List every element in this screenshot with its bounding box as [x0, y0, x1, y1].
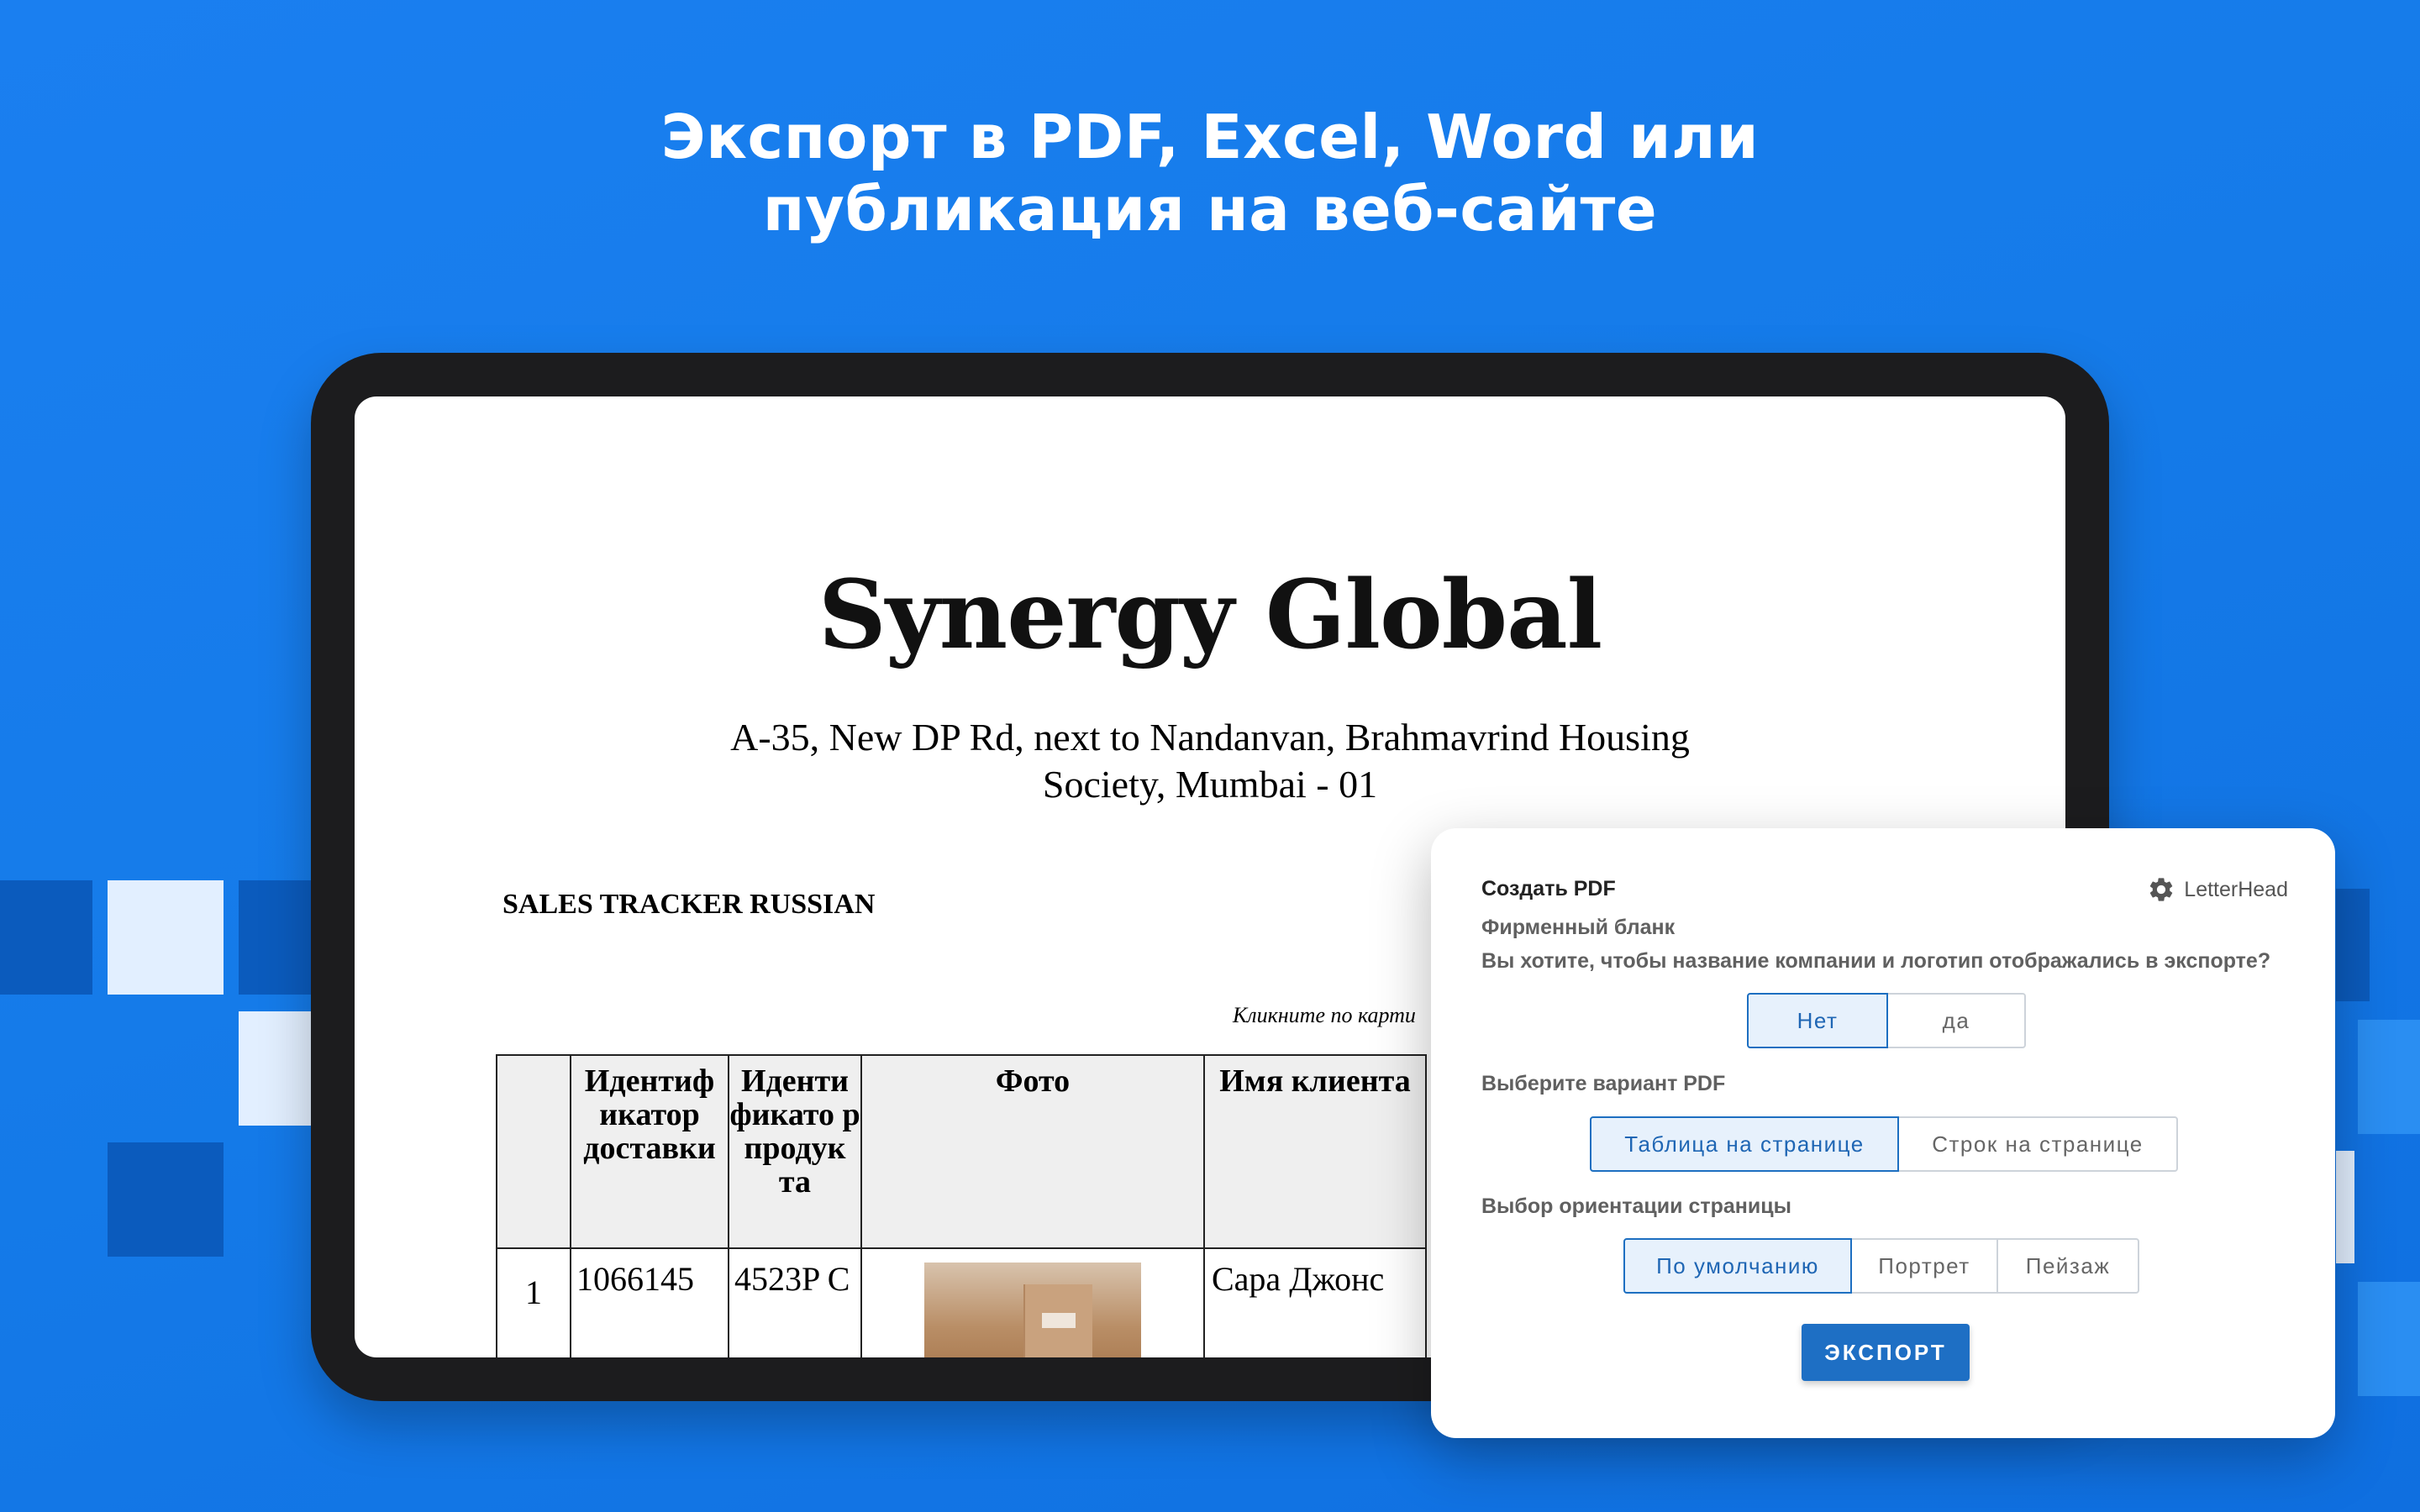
cell-customer: Сара Джонс [1203, 1247, 1427, 1357]
gear-icon [2150, 878, 2173, 901]
variant-rows-per-page-button[interactable]: Строк на странице [1897, 1116, 2178, 1172]
decor-square [2358, 1282, 2420, 1396]
col-header-delivery-id: Идентиф икатор доставки [570, 1054, 729, 1249]
variant-label: Выберите вариант PDF [1481, 1072, 1726, 1095]
variant-table-per-page-button[interactable]: Таблица на странице [1590, 1116, 1899, 1172]
decor-square [2336, 889, 2370, 1001]
letterhead-yes-button[interactable]: да [1886, 993, 2026, 1048]
variant-toggle: Таблица на странице Строк на странице [1590, 1116, 2178, 1172]
cell-index: 1 [496, 1247, 571, 1357]
address-line-2: Society, Mumbai - 01 [1042, 763, 1378, 806]
letterhead-label: Фирменный бланк [1481, 916, 1676, 939]
headline-line-2: публикация на веб-сайте [762, 174, 1658, 244]
col-header-customer: Имя клиента [1203, 1054, 1427, 1249]
decor-square [239, 1011, 311, 1126]
decor-square [2336, 1151, 2354, 1263]
orientation-label: Выбор ориентации страницы [1481, 1194, 1791, 1218]
cell-delivery-id: 1066145 [570, 1247, 729, 1357]
click-hint: Кликните по карти [1233, 1003, 1416, 1027]
letterhead-link-label: LetterHead [2184, 877, 2288, 901]
photo-box-label [1042, 1313, 1076, 1328]
headline-line-1: Экспорт в PDF, Excel, Word или [660, 102, 1760, 172]
create-pdf-dialog: Создать PDF LetterHead Фирменный бланк В… [1431, 828, 2335, 1438]
cell-photo [860, 1247, 1205, 1357]
decor-square [239, 880, 323, 995]
table-header-row: Идентиф икатор доставки Иденти фикато р … [496, 1054, 1427, 1249]
col-header-index [496, 1054, 571, 1249]
orientation-portrait-button[interactable]: Портрет [1850, 1238, 1998, 1294]
letterhead-question: Вы хотите, чтобы название компании и лог… [1481, 949, 2271, 973]
export-button[interactable]: ЭКСПОРТ [1802, 1324, 1970, 1381]
sales-table: Идентиф икатор доставки Иденти фикато р … [496, 1054, 1427, 1357]
letterhead-toggle: Нет да [1747, 993, 2026, 1048]
letterhead-settings-link[interactable]: LetterHead [2147, 875, 2288, 904]
letterhead-no-button[interactable]: Нет [1747, 993, 1888, 1048]
orientation-default-button[interactable]: По умолчанию [1623, 1238, 1852, 1294]
company-name: Synergy Global [818, 560, 1602, 670]
dialog-title: Создать PDF [1481, 877, 1616, 900]
col-header-photo: Фото [860, 1054, 1205, 1249]
address-line-1: A-35, New DP Rd, next to Nandanvan, Brah… [730, 716, 1690, 759]
decor-square [0, 880, 92, 995]
decor-square [2358, 1020, 2420, 1134]
decor-square [108, 1142, 224, 1257]
product-photo[interactable] [924, 1263, 1141, 1357]
report-title: SALES TRACKER RUSSIAN [502, 889, 876, 920]
orientation-landscape-button[interactable]: Пейзаж [1996, 1238, 2139, 1294]
col-header-product-id: Иденти фикато р продук та [728, 1054, 862, 1249]
table-row: 1 1066145 4523P C Сара Джонс [496, 1247, 1427, 1357]
company-address: A-35, New DP Rd, next to Nandanvan, Brah… [573, 714, 1847, 808]
cell-product-id: 4523P C [728, 1247, 862, 1357]
decor-square [108, 880, 224, 995]
headline: Экспорт в PDF, Excel, Word или публикаци… [0, 101, 2420, 245]
orientation-toggle: По умолчанию Портрет Пейзаж [1623, 1238, 2139, 1294]
